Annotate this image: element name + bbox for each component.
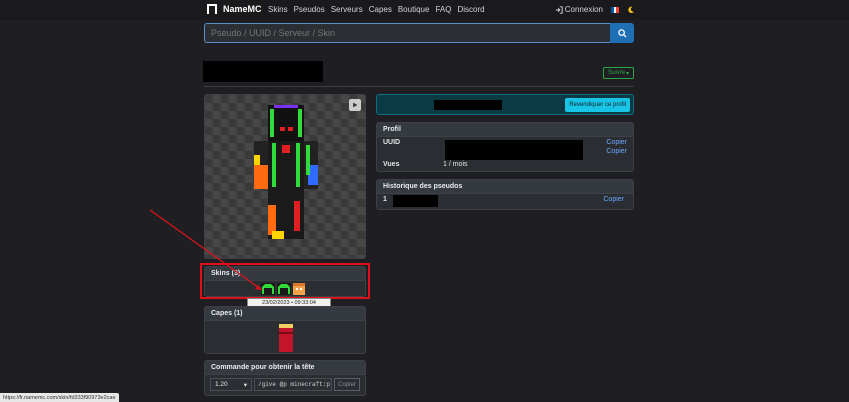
nav-link-serveurs[interactable]: Serveurs	[331, 5, 363, 14]
nav-link-pseudos[interactable]: Pseudos	[294, 5, 325, 14]
brand-name: NameMC	[223, 4, 262, 14]
nav-link-discord[interactable]: Discord	[457, 5, 484, 14]
profile-username-redacted	[203, 61, 323, 82]
login-icon	[555, 5, 563, 14]
profile-card-title: Profil	[377, 123, 633, 137]
views-row: Vues 1 / mois	[377, 159, 633, 170]
uuid-value-redacted	[445, 140, 583, 160]
copy-command-button[interactable]: Copier	[334, 378, 360, 391]
uuid-copy-links: Copier Copier	[606, 139, 627, 155]
navbar: NameMC Skins Pseudos Serveurs Capes Bout…	[0, 0, 849, 20]
claim-profile-bar: Revendiquer ce profil	[376, 94, 634, 115]
chevron-down-icon: ▾	[243, 381, 247, 389]
copy-uuid-link-2[interactable]: Copier	[606, 148, 627, 155]
play-icon	[353, 102, 358, 108]
language-flag-icon[interactable]	[611, 6, 620, 13]
capes-card: Capes (1)	[204, 306, 366, 354]
command-row: 1.20 ▾ /give @p minecraft:player_head Co…	[205, 375, 365, 394]
views-label: Vues	[383, 161, 400, 168]
dark-mode-moon-icon[interactable]	[627, 6, 635, 14]
cape-thumbnail[interactable]	[279, 324, 293, 352]
follow-label: Suivre	[607, 70, 625, 76]
command-input[interactable]: /give @p minecraft:player_head	[254, 378, 332, 391]
name-history-card: Historique des pseudos 1 Copier	[376, 179, 634, 210]
version-value: 1.20	[215, 381, 228, 388]
login-link[interactable]: Connexion	[555, 5, 603, 14]
capes-card-title: Capes (1)	[205, 307, 365, 321]
namemc-logo-icon	[207, 4, 217, 14]
profile-card: Profil UUID Copier Copier Vues 1 / mois	[376, 122, 634, 172]
copy-name-link[interactable]: Copier	[603, 196, 624, 203]
browser-status-url: https://fr.namemc.com/skin/fd333f90973e2…	[0, 393, 119, 402]
nav-link-capes[interactable]: Capes	[369, 5, 392, 14]
uuid-label: UUID	[383, 139, 401, 146]
uuid-row: UUID Copier Copier	[377, 137, 633, 160]
chevron-down-icon: ▾	[626, 70, 630, 77]
skin-render-image	[254, 105, 318, 239]
header-divider	[204, 86, 634, 87]
views-value: 1 / mois	[443, 161, 468, 168]
search-icon	[617, 28, 627, 38]
name-history-index: 1	[383, 196, 387, 203]
claim-profile-button[interactable]: Revendiquer ce profil	[565, 98, 630, 112]
version-select[interactable]: 1.20 ▾	[210, 378, 252, 391]
name-history-row: 1 Copier	[377, 194, 633, 207]
nav-link-skins[interactable]: Skins	[268, 5, 288, 14]
copy-uuid-link-1[interactable]: Copier	[606, 139, 627, 146]
search-button[interactable]	[610, 23, 634, 43]
login-label: Connexion	[564, 5, 603, 14]
nav-links: Skins Pseudos Serveurs Capes Boutique FA…	[268, 5, 485, 14]
search-input[interactable]	[204, 23, 610, 43]
nav-link-boutique[interactable]: Boutique	[398, 5, 430, 14]
command-card-title: Commande pour obtenir la tête	[205, 361, 365, 375]
skins-highlight-annotation	[200, 263, 370, 299]
play-animation-button[interactable]	[349, 99, 361, 111]
history-name-redacted	[393, 195, 438, 207]
claim-username-redacted	[434, 100, 502, 110]
skin-3d-viewer[interactable]	[204, 94, 366, 259]
brand-link[interactable]: NameMC	[207, 4, 262, 14]
name-history-title: Historique des pseudos	[377, 180, 633, 194]
follow-button[interactable]: Suivre ▾	[603, 67, 634, 79]
command-card: Commande pour obtenir la tête 1.20 ▾ /gi…	[204, 360, 366, 396]
search-bar	[204, 23, 634, 43]
nav-link-faq[interactable]: FAQ	[435, 5, 451, 14]
nav-right: Connexion	[555, 5, 635, 14]
